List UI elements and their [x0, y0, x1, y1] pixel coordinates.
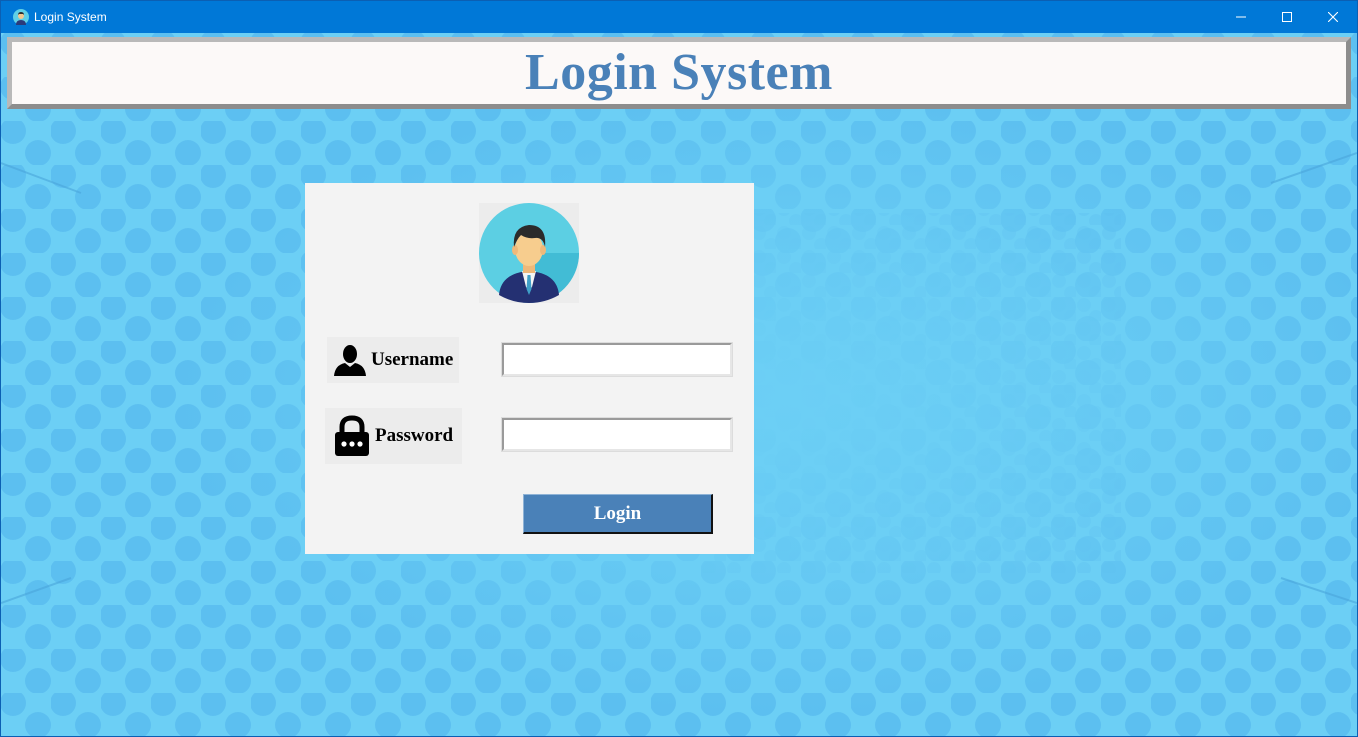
username-label-text: Username	[371, 349, 454, 370]
username-label: Username	[327, 337, 459, 383]
page-title: Login System	[525, 44, 833, 101]
login-panel: Username Password Login	[305, 183, 754, 554]
close-button[interactable]	[1310, 1, 1356, 33]
user-avatar-icon	[479, 203, 579, 303]
window-content: Login System Username Password Login	[1, 33, 1357, 736]
password-input[interactable]	[501, 417, 733, 452]
minimize-button[interactable]	[1218, 1, 1264, 33]
person-icon	[334, 345, 366, 376]
password-label: Password	[325, 408, 462, 464]
close-icon	[1328, 12, 1338, 22]
login-button[interactable]: Login	[523, 494, 713, 534]
app-window: Login System Login System Username Passw…	[0, 0, 1358, 737]
password-label-text: Password	[375, 425, 454, 446]
avatar	[479, 203, 579, 303]
maximize-button[interactable]	[1264, 1, 1310, 33]
title-bar[interactable]: Login System	[1, 1, 1357, 33]
padlock-icon	[335, 415, 369, 456]
maximize-icon	[1282, 12, 1292, 22]
minimize-icon	[1236, 16, 1246, 18]
header-banner: Login System	[7, 37, 1351, 109]
user-avatar-icon	[13, 9, 29, 25]
window-title: Login System	[34, 10, 107, 24]
username-input[interactable]	[501, 342, 733, 377]
